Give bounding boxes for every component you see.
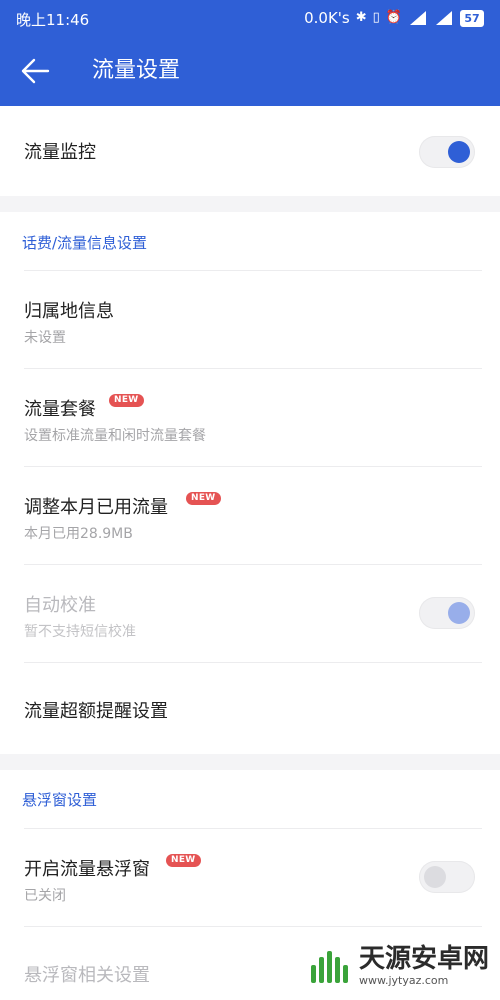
new-badge: NEW	[166, 854, 201, 867]
android-logo-icon	[311, 950, 348, 983]
status-icons: 0.0K's ✱ ▯ ⏰ 57	[304, 9, 484, 27]
app-header: 晚上11:46 0.0K's ✱ ▯ ⏰ 57 流量设置	[0, 0, 500, 106]
toggle-knob	[448, 141, 470, 163]
data-plan-subtitle: 设置标准流量和闲时流量套餐	[24, 428, 206, 444]
vibrate-icon: ▯	[372, 10, 380, 25]
auto-calibrate-title: 自动校准	[24, 595, 96, 616]
adjust-usage-row[interactable]: 调整本月已用流量 NEW 本月已用28.9MB	[0, 467, 500, 564]
signal-3g-icon	[410, 11, 426, 25]
auto-calibrate-subtitle: 暂不支持短信校准	[24, 624, 136, 640]
monitor-row[interactable]: 流量监控	[0, 106, 500, 196]
monitor-toggle[interactable]	[419, 136, 475, 168]
adjust-usage-subtitle: 本月已用28.9MB	[24, 526, 133, 542]
status-bar: 晚上11:46 0.0K's ✱ ▯ ⏰ 57	[0, 0, 500, 36]
page-title: 流量设置	[92, 58, 181, 83]
location-info-row[interactable]: 归属地信息 未设置	[0, 271, 500, 367]
overlimit-alert-row[interactable]: 流量超额提醒设置	[0, 663, 500, 754]
back-button[interactable]	[18, 56, 52, 86]
network-speed: 0.0K's	[304, 9, 350, 27]
signal-4g-icon	[436, 11, 452, 25]
watermark: 天源安卓网 www.jytyaz.com	[305, 944, 489, 987]
auto-calibrate-toggle	[419, 597, 475, 629]
floating-settings-title: 悬浮窗相关设置	[24, 965, 150, 986]
info-settings-section: 话费/流量信息设置 归属地信息 未设置 流量套餐 NEW 设置标准流量和闲时流量…	[0, 212, 500, 754]
watermark-url: www.jytyaz.com	[359, 974, 449, 987]
status-time: 晚上11:46	[16, 11, 90, 29]
data-plan-title: 流量套餐	[24, 399, 96, 420]
floating-window-subtitle: 已关闭	[24, 888, 66, 904]
location-info-subtitle: 未设置	[24, 330, 66, 346]
location-info-title: 归属地信息	[24, 301, 114, 322]
data-plan-row[interactable]: 流量套餐 NEW 设置标准流量和闲时流量套餐	[0, 369, 500, 466]
section-header-floating: 悬浮窗设置	[22, 791, 98, 809]
new-badge: NEW	[109, 394, 144, 407]
overlimit-alert-title: 流量超额提醒设置	[24, 701, 168, 722]
toggle-knob	[424, 866, 446, 888]
monitor-section: 流量监控	[0, 106, 500, 196]
floating-window-toggle[interactable]	[419, 861, 475, 893]
floating-window-row[interactable]: 开启流量悬浮窗 NEW 已关闭	[0, 829, 500, 926]
floating-window-title: 开启流量悬浮窗	[24, 859, 150, 880]
adjust-usage-title: 调整本月已用流量	[24, 497, 168, 518]
alarm-icon: ⏰	[385, 10, 402, 25]
section-header-info: 话费/流量信息设置	[22, 234, 148, 252]
toggle-knob	[448, 602, 470, 624]
watermark-title: 天源安卓网	[359, 944, 490, 974]
auto-calibrate-row: 自动校准 暂不支持短信校准	[0, 565, 500, 662]
arrow-left-icon	[21, 58, 50, 84]
bluetooth-icon: ✱	[355, 10, 367, 25]
new-badge: NEW	[186, 492, 221, 505]
battery-indicator: 57	[460, 9, 484, 27]
watermark-text-block: 天源安卓网 www.jytyaz.com	[359, 944, 489, 987]
monitor-label: 流量监控	[24, 142, 96, 163]
